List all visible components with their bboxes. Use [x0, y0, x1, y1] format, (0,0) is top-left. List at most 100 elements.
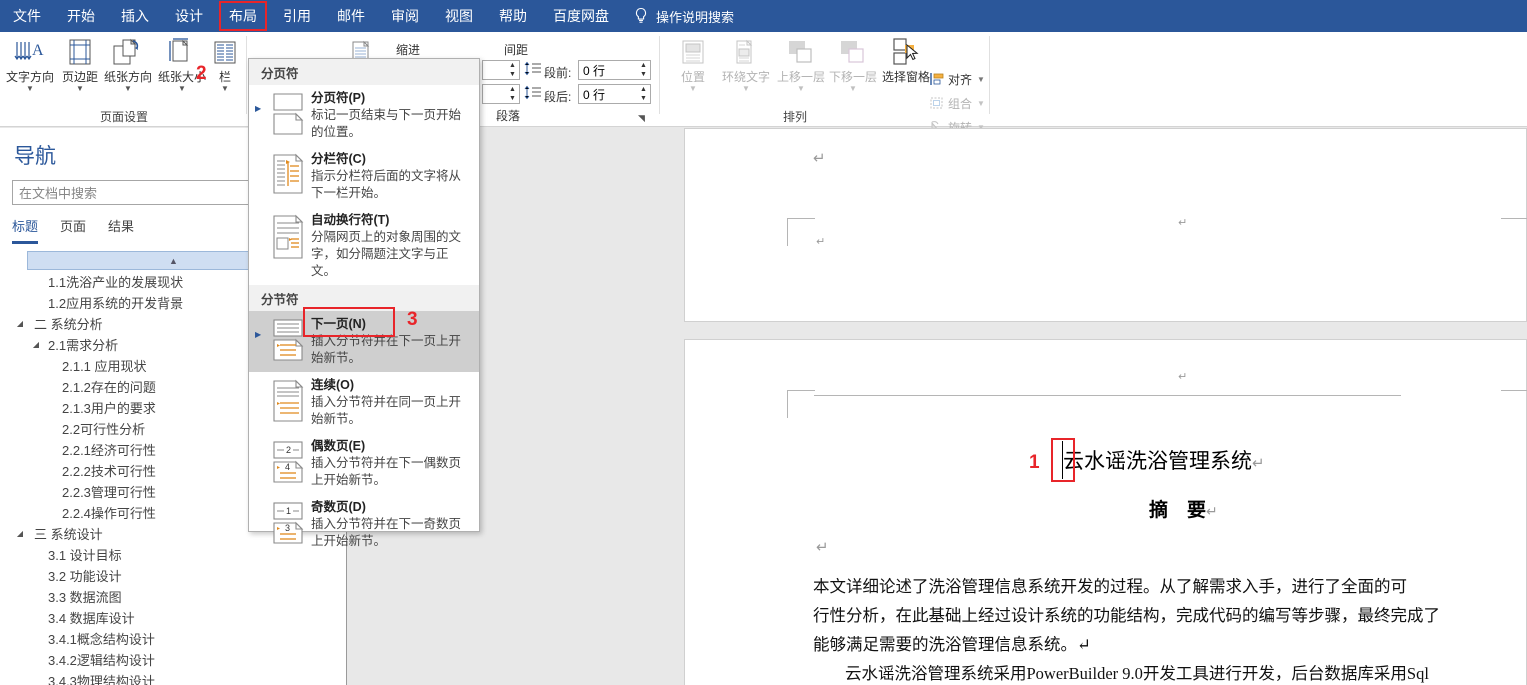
menu-tab-review[interactable]: 审阅 — [378, 0, 432, 32]
space-before-icon — [524, 61, 542, 77]
menu-item-odd-page-section-break[interactable]: 1 3 奇数页(D) 插入分节符并在下一奇数页上开始新节。 — [249, 494, 479, 555]
margins-button[interactable]: 页边距 ▼ — [53, 36, 107, 94]
group-button[interactable]: 组合 ▼ — [926, 92, 988, 114]
chevron-down-icon[interactable]: ▼ — [972, 99, 985, 108]
chevron-down-icon[interactable]: ▼ — [208, 84, 242, 94]
menu-item-even-page-section-break[interactable]: 2 4 偶数页(E) 插入分节符并在下一偶数页上开始新节。 — [249, 433, 479, 494]
nav-heading-3-4-3[interactable]: 3.4.3物理结构设计 — [0, 670, 347, 685]
position-button[interactable]: 位置 ▼ — [666, 36, 720, 94]
menu-tab-label: 百度网盘 — [553, 8, 609, 24]
nav-heading-label: 3.1 设计目标 — [48, 548, 122, 563]
space-after-stepper[interactable]: 0 行 ▲ ▼ — [578, 84, 651, 104]
nav-heading-3-4[interactable]: 3.4 数据库设计 — [0, 607, 347, 628]
space-before-label: 段前: — [544, 66, 572, 80]
paragraph-mark: ↵ — [1178, 217, 1188, 229]
continuous-section-icon — [265, 377, 311, 428]
expand-triangle-icon[interactable]: ◢ — [30, 340, 42, 349]
tab-label: 结果 — [108, 219, 135, 234]
menu-item-text-wrapping-break[interactable]: 自动换行符(T) 分隔网页上的对象周围的文字，如分隔题注文字与正文。 — [249, 207, 479, 285]
menu-item-description: 插入分节符并在下一页上开始新节。 — [311, 334, 462, 365]
annotation-number-3: 3 — [407, 309, 418, 330]
page-setup-group-label: 页面设置 — [99, 110, 148, 124]
chevron-down-icon[interactable]: ▼ — [53, 84, 107, 94]
margins-icon — [53, 36, 107, 70]
menu-tab-design[interactable]: 设计 — [162, 0, 216, 32]
text-direction-label: 文字方向 — [5, 70, 54, 84]
tab-headings[interactable]: 标题 — [12, 216, 39, 244]
menu-item-continuous-section-break[interactable]: 连续(O) 插入分节符并在同一页上开始新节。 — [249, 372, 479, 433]
space-after-label: 段后: — [544, 90, 572, 104]
menu-tab-label: 引用 — [283, 8, 311, 24]
chevron-down-icon[interactable]: ▼ — [155, 84, 209, 94]
expand-triangle-icon[interactable]: ◢ — [14, 319, 26, 328]
nav-heading-label: 二 系统分析 — [34, 317, 103, 332]
menu-item-title: 分页符(P) — [311, 91, 366, 105]
tab-label: 标题 — [12, 219, 39, 234]
menu-section-header-page-breaks: 分页符 — [249, 59, 479, 85]
align-button[interactable]: 对齐 ▼ — [926, 68, 988, 90]
chevron-down-icon[interactable]: ▼ — [714, 84, 778, 94]
breaks-dropdown-menu[interactable]: 分页符 ▶ 分页符(P) 标记一页结束与下一页开始的位置。 分栏符(C) 指示分… — [248, 58, 480, 548]
ribbon-group-page-setup: A 文字方向 ▼ 页边距 ▼ 纸张方向 ▼ 纸张大小 ▼ 2 栏 ▼ 页面设置 — [0, 32, 248, 127]
nav-heading-3-4-2[interactable]: 3.4.2逻辑结构设计 — [0, 649, 347, 670]
expand-triangle-icon[interactable]: ◢ — [14, 529, 26, 538]
nav-heading-3-4-1[interactable]: 3.4.1概念结构设计 — [0, 628, 347, 649]
header-separator-line — [814, 395, 1401, 396]
abstract-line-4-partial: 云水谣洗浴管理系统采用PowerBuilder 9.0开发工具进行开发，后台数据… — [845, 664, 1429, 683]
orientation-button[interactable]: 纸张方向 ▼ — [101, 36, 155, 94]
document-page-2[interactable]: ↵ 1 云水谣洗浴管理系统↵ 摘 要↵ ↵ 本文详细论述了洗浴管理信息系统开发的… — [684, 339, 1527, 685]
menu-tab-mailings[interactable]: 邮件 — [324, 0, 378, 32]
tell-me-search[interactable]: 操作说明搜索 — [650, 7, 734, 26]
wrap-text-button[interactable]: 环绕文字 ▼ — [714, 36, 778, 94]
indent-left-stepper[interactable]: ▲ ▼ — [482, 60, 520, 80]
tab-label: 页面 — [60, 219, 87, 234]
menu-item-title: 连续(O) — [311, 378, 355, 392]
paragraph-dialog-launcher[interactable]: ◥ — [638, 113, 649, 124]
menu-item-page-break[interactable]: ▶ 分页符(P) 标记一页结束与下一页开始的位置。 — [249, 85, 479, 146]
stepper-arrows[interactable]: ▲ ▼ — [637, 85, 650, 103]
abstract-line-2: 行性分析，在此基础上经过设计系统的功能结构，完成代码的编写等步骤，最终完成了 — [813, 606, 1440, 625]
nav-heading-3-3[interactable]: 3.3 数据流图 — [0, 586, 347, 607]
even-page-section-icon: 2 4 — [265, 438, 311, 489]
document-canvas[interactable]: ↵ ↵ ↵ ↵ 1 云水谣洗浴管理系统↵ 摘 要↵ ↵ 本文详细论述了洗浴管理信… — [348, 128, 1527, 685]
chevron-down-icon[interactable]: ▼ — [101, 84, 155, 94]
menu-item-title: 奇数页(D) — [311, 500, 366, 514]
paragraph-mark: ↵ — [816, 236, 826, 248]
menu-tab-home[interactable]: 开始 — [54, 0, 108, 32]
indent-right-stepper[interactable]: ▲ ▼ — [482, 84, 520, 104]
nav-heading-label: 2.1.3用户的要求 — [62, 401, 156, 416]
document-page-1[interactable]: ↵ ↵ ↵ — [684, 128, 1527, 322]
menu-tab-insert[interactable]: 插入 — [108, 0, 162, 32]
columns-button[interactable]: 栏 ▼ — [208, 36, 242, 94]
nav-heading-label: 3.4.1概念结构设计 — [48, 632, 155, 647]
menu-tab-help[interactable]: 帮助 — [486, 0, 540, 32]
stepper-arrows[interactable]: ▲ ▼ — [637, 61, 650, 79]
text-direction-button[interactable]: A 文字方向 ▼ — [3, 36, 57, 94]
annotation-number-1: 1 — [1029, 452, 1040, 473]
chevron-down-icon[interactable]: ▼ — [666, 84, 720, 94]
menu-tab-baidu-netdisk[interactable]: 百度网盘 — [540, 0, 622, 32]
menu-tab-label: 审阅 — [391, 8, 419, 24]
group-label: 组合 — [948, 96, 973, 111]
stepper-arrows[interactable]: ▲ ▼ — [506, 61, 519, 79]
chevron-down-icon[interactable]: ▼ — [972, 75, 985, 84]
menu-item-column-break[interactable]: 分栏符(C) 指示分栏符后面的文字将从下一栏开始。 — [249, 146, 479, 207]
menu-tab-view[interactable]: 视图 — [432, 0, 486, 32]
selection-marker-icon: ▶ — [255, 330, 262, 339]
svg-text:2: 2 — [286, 445, 291, 455]
selection-pane-icon — [874, 36, 938, 70]
tab-results[interactable]: 结果 — [108, 216, 134, 244]
chevron-down-icon[interactable]: ▼ — [822, 84, 884, 94]
chevron-down-icon[interactable]: ▼ — [3, 84, 57, 94]
space-before-stepper[interactable]: 0 行 ▲ ▼ — [578, 60, 651, 80]
menu-item-next-page-section-break[interactable]: ▶ 下一页(N) 插入分节符并在下一页上开始新节。 3 — [249, 307, 479, 372]
margin-corner-top-right — [1501, 218, 1527, 246]
menu-tab-file[interactable]: 文件 — [0, 0, 54, 32]
tab-pages[interactable]: 页面 — [60, 216, 86, 244]
stepper-arrows[interactable]: ▲ ▼ — [506, 85, 519, 103]
position-icon — [666, 36, 720, 70]
menu-tab-layout[interactable]: 布局 — [216, 0, 270, 32]
nav-heading-3-2[interactable]: 3.2 功能设计 — [0, 565, 347, 586]
menu-tab-references[interactable]: 引用 — [270, 0, 324, 32]
space-after-value: 0 行 — [583, 87, 606, 102]
